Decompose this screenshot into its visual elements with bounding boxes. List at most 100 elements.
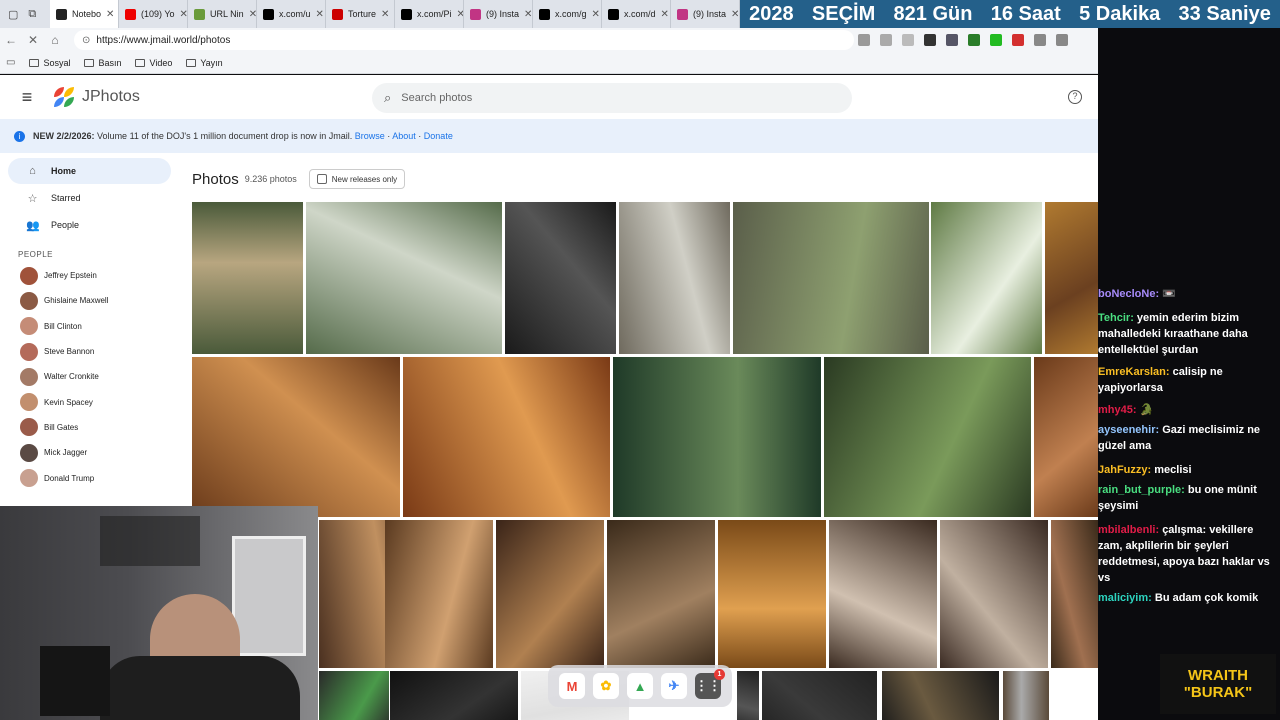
photo-thumbnail[interactable]	[718, 520, 826, 668]
flights-icon[interactable]: ✈	[661, 673, 687, 699]
app-dock-overlay: M ✿ ▲ ✈ ⋮⋮ 1	[548, 665, 732, 707]
photo-thumbnail[interactable]	[931, 202, 1042, 354]
browser-tab[interactable]: (9) Insta ✕	[671, 0, 740, 28]
photo-thumbnail[interactable]	[619, 202, 730, 354]
photo-thumbnail[interactable]	[940, 520, 1048, 668]
browser-tab[interactable]: x.com/u ✕	[257, 0, 326, 28]
bookmark-folder-sosyal[interactable]: Sosyal	[29, 58, 70, 68]
browser-tab[interactable]: x.com/d ✕	[602, 0, 671, 28]
bookmark-folder-yayin[interactable]: Yayın	[186, 58, 223, 68]
app-logo[interactable]: JPhotos	[54, 87, 140, 107]
tab-close-icon[interactable]: ✕	[180, 9, 187, 20]
apps-grid-icon[interactable]: ⋮⋮ 1	[695, 669, 725, 699]
photo-thumbnail[interactable]	[1034, 357, 1098, 517]
sidebar-item-people[interactable]: 👥 People	[8, 212, 171, 238]
photo-thumbnail[interactable]	[613, 357, 821, 517]
person-item[interactable]: Bill Gates	[0, 415, 185, 440]
tab-actions-icon[interactable]: ⧉	[28, 8, 36, 21]
photo-thumbnail[interactable]	[390, 671, 518, 720]
countdown-minutes: 5 Dakika	[1079, 2, 1161, 25]
photo-thumbnail[interactable]	[737, 671, 759, 720]
photo-thumbnail[interactable]	[824, 357, 1031, 517]
photo-thumbnail[interactable]	[1045, 202, 1098, 354]
gmail-icon[interactable]: M	[559, 673, 585, 699]
tab-close-icon[interactable]: ✕	[249, 9, 256, 20]
tab-close-icon[interactable]: ✕	[731, 9, 739, 20]
extension-2-icon[interactable]	[946, 34, 958, 46]
extension-3-icon[interactable]	[968, 34, 980, 46]
person-item[interactable]: Bill Clinton	[0, 314, 185, 339]
browser-tab[interactable]: URL Nin ✕	[188, 0, 257, 28]
new-releases-filter[interactable]: New releases only	[308, 169, 406, 189]
chat-message: JahFuzzy: meclisi	[1098, 462, 1270, 478]
bookmark-folder-video[interactable]: Video	[135, 58, 172, 68]
person-item[interactable]: Jeffrey Epstein	[0, 263, 185, 288]
tab-list: Notebo ✕ (109) Yo ✕ URL Nin ✕ x.com/u ✕ Torture ✕…	[50, 0, 740, 28]
photo-thumbnail[interactable]	[192, 202, 303, 354]
tab-close-icon[interactable]: ✕	[661, 9, 669, 20]
photo-thumbnail[interactable]	[733, 202, 929, 354]
sidebar-item-home[interactable]: ⌂ Home	[8, 158, 171, 184]
browser-tab[interactable]: x.com/g ✕	[533, 0, 602, 28]
browser-tab[interactable]: Notebo ✕	[50, 0, 119, 28]
person-item[interactable]: Donald Trump	[0, 465, 185, 490]
person-item[interactable]: Ghislaine Maxwell	[0, 288, 185, 313]
donate-link[interactable]: Donate	[424, 131, 453, 141]
browse-link[interactable]: Browse	[355, 131, 385, 141]
person-item[interactable]: Walter Cronkite	[0, 364, 185, 389]
photo-thumbnail[interactable]	[385, 520, 493, 668]
site-info-icon[interactable]: ⊙	[82, 35, 90, 46]
browser-tab[interactable]: x.com/Pi ✕	[395, 0, 464, 28]
photo-thumbnail[interactable]	[505, 202, 616, 354]
extensions-puzzle-icon[interactable]	[1034, 34, 1046, 46]
photo-thumbnail[interactable]	[829, 520, 937, 668]
workspaces-icon[interactable]: ▢	[8, 8, 18, 21]
tab-close-icon[interactable]: ✕	[106, 9, 114, 20]
url-field[interactable]: ⊙ https://www.jmail.world/photos	[74, 30, 854, 50]
search-box[interactable]: ⌕ Search photos	[372, 83, 852, 113]
photo-thumbnail[interactable]	[403, 357, 610, 517]
stop-icon[interactable]: ✕	[22, 33, 44, 47]
browser-tab[interactable]: Torture ✕	[326, 0, 395, 28]
favorite-star-icon[interactable]	[902, 34, 914, 46]
extension-5-icon[interactable]	[1012, 34, 1024, 46]
tab-close-icon[interactable]: ✕	[592, 9, 600, 20]
photo-thumbnail[interactable]	[762, 671, 877, 720]
tab-close-icon[interactable]: ✕	[381, 9, 389, 20]
tab-close-icon[interactable]: ✕	[457, 9, 463, 20]
person-item[interactable]: Kevin Spacey	[0, 389, 185, 414]
browser-tab[interactable]: (9) Insta ✕	[464, 0, 533, 28]
sidebar-item-starred[interactable]: ☆ Starred	[8, 185, 171, 211]
back-icon[interactable]: ←	[0, 33, 22, 47]
extension-4-icon[interactable]	[990, 34, 1002, 46]
tab-close-icon[interactable]: ✕	[524, 9, 532, 20]
photo-thumbnail[interactable]	[607, 520, 715, 668]
menu-icon[interactable]: ≡	[0, 87, 54, 108]
reading-list-icon[interactable]: ▭	[6, 57, 15, 68]
photo-thumbnail[interactable]	[319, 671, 389, 720]
read-aloud-icon[interactable]	[880, 34, 892, 46]
photos-pinwheel-icon[interactable]: ✿	[593, 673, 619, 699]
photo-thumbnail[interactable]	[306, 202, 502, 354]
tab-close-icon[interactable]: ✕	[316, 9, 324, 20]
photo-thumbnail[interactable]	[192, 357, 400, 517]
checkbox[interactable]	[316, 174, 327, 184]
home-browser-icon[interactable]: ⌂	[44, 33, 66, 47]
photo-thumbnail[interactable]	[1051, 520, 1098, 668]
search-input[interactable]: Search photos	[401, 92, 472, 104]
translate-icon[interactable]	[858, 34, 870, 46]
photo-thumbnail[interactable]	[496, 520, 604, 668]
photo-thumbnail[interactable]	[1003, 671, 1049, 720]
about-link[interactable]: About	[392, 131, 416, 141]
bookmark-folder-basin[interactable]: Basın	[84, 58, 121, 68]
person-item[interactable]: Steve Bannon	[0, 339, 185, 364]
photo-thumbnail[interactable]	[882, 671, 999, 720]
browser-tab[interactable]: (109) Yo ✕	[119, 0, 188, 28]
url-text: https://www.jmail.world/photos	[96, 34, 231, 46]
drive-icon[interactable]: ▲	[627, 673, 653, 699]
bookmark-label: Video	[149, 57, 173, 68]
help-icon[interactable]: ?	[1068, 90, 1082, 104]
extension-1-icon[interactable]	[924, 34, 936, 46]
sidebar-toggle-icon[interactable]	[1056, 34, 1068, 46]
person-item[interactable]: Mick Jagger	[0, 440, 185, 465]
